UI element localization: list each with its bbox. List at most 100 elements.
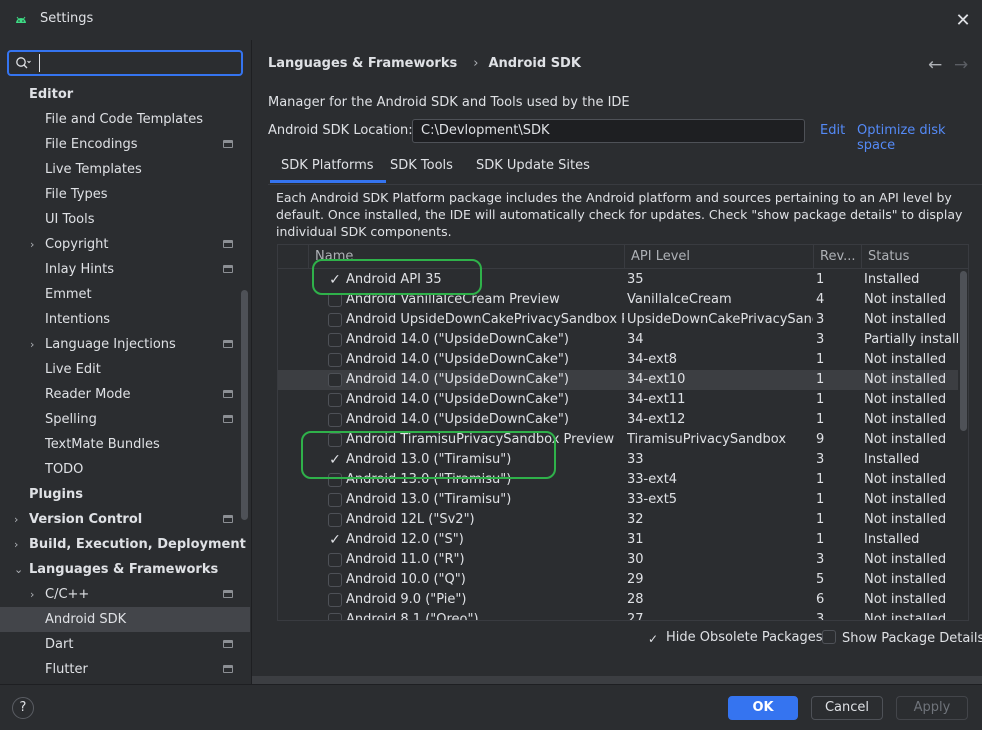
checkbox-unchecked-icon[interactable]	[328, 513, 342, 527]
table-row[interactable]: Android 14.0 ("UpsideDownCake") 34 3 Partia…	[278, 330, 960, 350]
checkbox-unchecked-icon[interactable]	[328, 493, 342, 507]
sidebar-item[interactable]: UI Tools	[0, 207, 250, 232]
sidebar-item[interactable]: › Build, Execution, Deployment	[0, 532, 250, 557]
checkbox-unchecked-icon[interactable]	[328, 473, 342, 487]
table-row[interactable]: Android UpsideDownCakePrivacySandbox Pre…	[278, 310, 958, 330]
sidebar-item[interactable]: TODO	[0, 457, 250, 482]
chevron-right-icon[interactable]: ›	[30, 582, 42, 607]
sidebar-item[interactable]: › C/C++	[0, 582, 250, 607]
checkbox-checked-icon[interactable]: ✓	[328, 453, 342, 467]
checkbox-unchecked-icon[interactable]	[328, 413, 342, 427]
sidebar-item[interactable]: Reader Mode	[0, 382, 250, 407]
checkbox-unchecked-icon[interactable]	[328, 353, 342, 367]
chevron-right-icon[interactable]: ›	[30, 232, 42, 257]
column-header-status[interactable]: Status	[861, 245, 968, 269]
tab-sdk-tools[interactable]: SDK Tools	[390, 158, 453, 173]
cell-name: Android 9.0 ("Pie")	[346, 592, 467, 607]
checkbox-unchecked-icon[interactable]	[328, 313, 342, 327]
checkbox-unchecked-icon[interactable]	[328, 433, 342, 447]
table-row[interactable]: Android 13.0 ("Tiramisu") 33-ext5 1 Not ins…	[278, 490, 958, 510]
search-icon[interactable]	[15, 56, 31, 70]
tab-sdk-update-sites[interactable]: SDK Update Sites	[476, 158, 590, 173]
cell-api-level: TiramisuPrivacySandbox	[627, 432, 787, 447]
page-description: Manager for the Android SDK and Tools us…	[268, 95, 630, 110]
tab-sdk-platforms[interactable]: SDK Platforms	[270, 158, 386, 183]
sidebar-item[interactable]: TextMate Bundles	[0, 432, 250, 457]
sidebar-item[interactable]: Editor	[0, 82, 250, 107]
checkbox-unchecked-icon[interactable]	[328, 553, 342, 567]
ok-button[interactable]: OK	[728, 696, 798, 720]
table-row[interactable]: Android 14.0 ("UpsideDownCake") 34-ext11 1…	[278, 390, 958, 410]
table-row[interactable]: Android VanillaIceCream Preview VanillaIc…	[278, 290, 958, 310]
table-row[interactable]: ✓ Android 13.0 ("Tiramisu") 33 3 Installed	[278, 450, 958, 470]
sidebar-item[interactable]: Spelling	[0, 407, 250, 432]
search-input[interactable]	[39, 54, 235, 72]
cell-status: Not installed	[864, 612, 947, 621]
cell-api-level: 32	[627, 512, 644, 527]
table-row[interactable]: Android 8.1 ("Oreo") 27 3 Not installed	[278, 610, 958, 621]
sidebar-item[interactable]: Inlay Hints	[0, 257, 250, 282]
table-row[interactable]: Android 13.0 ("Tiramisu") 33-ext4 1 Not ins…	[278, 470, 958, 490]
optimize-disk-space-link[interactable]: Optimize disk space	[857, 123, 982, 153]
checkbox-unchecked-icon[interactable]	[328, 333, 342, 347]
sidebar-item[interactable]: File Encodings	[0, 132, 250, 157]
hide-obsolete-packages-checkbox[interactable]: ✓ Hide Obsolete Packages	[646, 630, 823, 646]
checkbox-unchecked-icon[interactable]	[328, 393, 342, 407]
sidebar-scrollbar[interactable]	[241, 290, 248, 520]
sidebar-item[interactable]: › Version Control	[0, 507, 250, 532]
sidebar-item[interactable]: File and Code Templates	[0, 107, 250, 132]
table-row[interactable]: Android 14.0 ("UpsideDownCake") 34-ext12 1…	[278, 410, 958, 430]
table-row[interactable]: Android 14.0 ("UpsideDownCake") 34-ext8 1 N…	[278, 350, 958, 370]
close-icon[interactable]: ✕	[952, 9, 974, 31]
column-header-revision[interactable]: Rev...	[813, 245, 861, 269]
chevron-right-icon[interactable]: ›	[30, 332, 42, 357]
search-box[interactable]	[7, 50, 243, 76]
cancel-button[interactable]: Cancel	[811, 696, 883, 720]
sidebar-item[interactable]: Live Edit	[0, 357, 250, 382]
checkbox-checked-icon[interactable]: ✓	[328, 273, 342, 287]
sidebar-item[interactable]: File Types	[0, 182, 250, 207]
chevron-right-icon[interactable]: ›	[14, 507, 26, 532]
table-row[interactable]: Android 11.0 ("R") 30 3 Not installed	[278, 550, 958, 570]
horizontal-scrollbar[interactable]	[252, 676, 982, 684]
cell-api-level: 34	[627, 332, 644, 347]
sidebar-item[interactable]: Dart	[0, 632, 250, 657]
help-icon[interactable]: ?	[12, 697, 34, 719]
edit-link[interactable]: Edit	[820, 123, 845, 138]
sidebar-item[interactable]: Plugins	[0, 482, 250, 507]
apply-button[interactable]: Apply	[896, 696, 968, 720]
table-row[interactable]: Android 12L ("Sv2") 32 1 Not installed	[278, 510, 958, 530]
table-row[interactable]: Android 10.0 ("Q") 29 5 Not installed	[278, 570, 958, 590]
table-row[interactable]: ✓ Android API 35 35 1 Installed	[278, 270, 958, 290]
cell-revision: 4	[816, 292, 825, 307]
sidebar-item[interactable]: Emmet	[0, 282, 250, 307]
sdk-location-field[interactable]: C:\Devlopment\SDK	[412, 119, 805, 143]
checkbox-unchecked-icon[interactable]	[328, 613, 342, 620]
sidebar-item[interactable]: ⌄ Languages & Frameworks	[0, 557, 250, 582]
cell-api-level: 28	[627, 592, 644, 607]
sidebar-item[interactable]: Android SDK	[0, 607, 250, 632]
sidebar-item[interactable]: Live Templates	[0, 157, 250, 182]
checkbox-unchecked-icon[interactable]	[328, 293, 342, 307]
table-row[interactable]: ✓ Android 12.0 ("S") 31 1 Installed	[278, 530, 958, 550]
chevron-right-icon[interactable]: ›	[14, 532, 26, 557]
checkbox-unchecked-icon[interactable]	[328, 573, 342, 587]
table-row[interactable]: Android TiramisuPrivacySandbox Preview Ti…	[278, 430, 958, 450]
back-arrow-icon[interactable]: ←	[928, 55, 942, 75]
breadcrumb-item[interactable]: Languages & Frameworks	[268, 56, 457, 71]
sidebar-item[interactable]: › Copyright	[0, 232, 250, 257]
column-header-name[interactable]: Name	[308, 245, 624, 269]
checkbox-checked-icon[interactable]: ✓	[328, 533, 342, 547]
table-row[interactable]: Android 14.0 ("UpsideDownCake") 34-ext10 1…	[278, 370, 958, 390]
checkbox-unchecked-icon[interactable]	[328, 593, 342, 607]
table-row[interactable]: Android 9.0 ("Pie") 28 6 Not installed	[278, 590, 958, 610]
sidebar-item[interactable]: Intentions	[0, 307, 250, 332]
column-header-api-level[interactable]: API Level	[624, 245, 813, 269]
checkbox-unchecked-icon[interactable]	[328, 373, 342, 387]
sidebar-item[interactable]: Flutter	[0, 657, 250, 682]
sidebar-item-label: Copyright	[45, 237, 109, 252]
chevron-down-icon[interactable]: ⌄	[14, 557, 26, 582]
table-scrollbar[interactable]	[960, 271, 967, 431]
show-package-details-checkbox[interactable]: Show Package Details	[822, 630, 982, 646]
sidebar-item[interactable]: › Language Injections	[0, 332, 250, 357]
